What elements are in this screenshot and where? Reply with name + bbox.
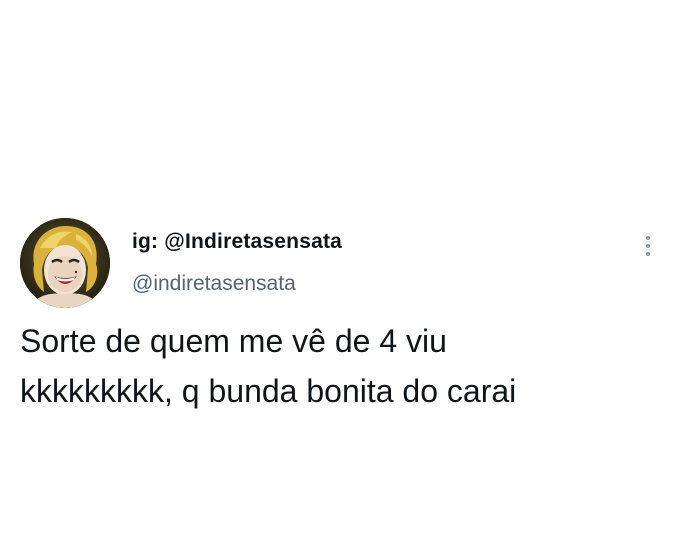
tweet-text-line: kkkkkkkkk, q bunda bonita do carai (20, 373, 517, 409)
more-button[interactable] (638, 232, 658, 262)
user-handle[interactable]: @indiretasensata (132, 272, 296, 296)
avatar[interactable] (20, 218, 110, 308)
avatar-portrait-icon (20, 218, 110, 308)
more-vertical-icon (646, 236, 650, 256)
tweet-text-line: Sorte de quem me vê de 4 viu (20, 323, 447, 359)
tweet-text: Sorte de quem me vê de 4 viu kkkkkkkkk, … (20, 316, 660, 416)
display-name[interactable]: ig: @Indiretasensata (132, 230, 342, 254)
tweet: ig: @Indiretasensata @indiretasensata So… (0, 0, 680, 560)
